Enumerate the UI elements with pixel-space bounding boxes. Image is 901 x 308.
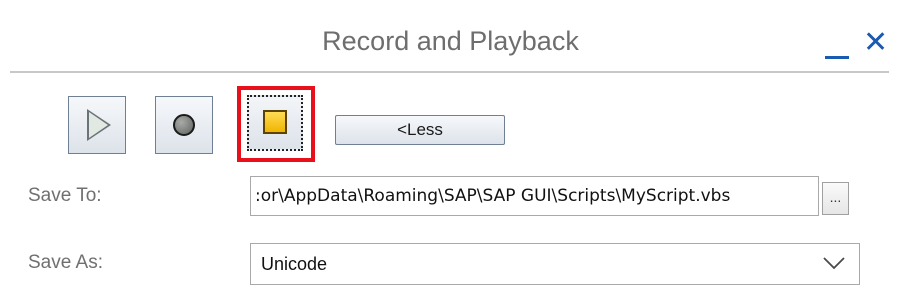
record-button[interactable] <box>155 96 213 154</box>
playback-button[interactable] <box>68 96 126 154</box>
minimize-icon <box>825 56 849 59</box>
less-button[interactable]: <Less <box>335 115 505 145</box>
title-divider <box>10 71 889 73</box>
minimize-button[interactable] <box>823 34 857 66</box>
save-as-encoding-select[interactable]: Unicode <box>250 243 860 285</box>
browse-button[interactable]: ... <box>822 182 849 215</box>
chevron-down-icon <box>823 257 845 270</box>
encoding-selected-value: Unicode <box>261 254 328 274</box>
window-title: Record and Playback <box>322 26 579 56</box>
close-icon[interactable]: ✕ <box>863 26 893 60</box>
stop-button-face <box>247 95 303 151</box>
stop-icon <box>263 110 287 134</box>
save-to-label: Save To: <box>28 185 102 206</box>
save-to-path-input[interactable]: :or\AppData\Roaming\SAP\SAP GUI\Scripts\… <box>250 176 819 216</box>
play-icon <box>87 109 111 141</box>
stop-button[interactable] <box>237 86 315 162</box>
record-icon <box>173 114 195 136</box>
save-as-label: Save As: <box>28 252 103 273</box>
record-playback-window: Record and Playback ✕ <Less Save To: :or… <box>0 0 901 308</box>
